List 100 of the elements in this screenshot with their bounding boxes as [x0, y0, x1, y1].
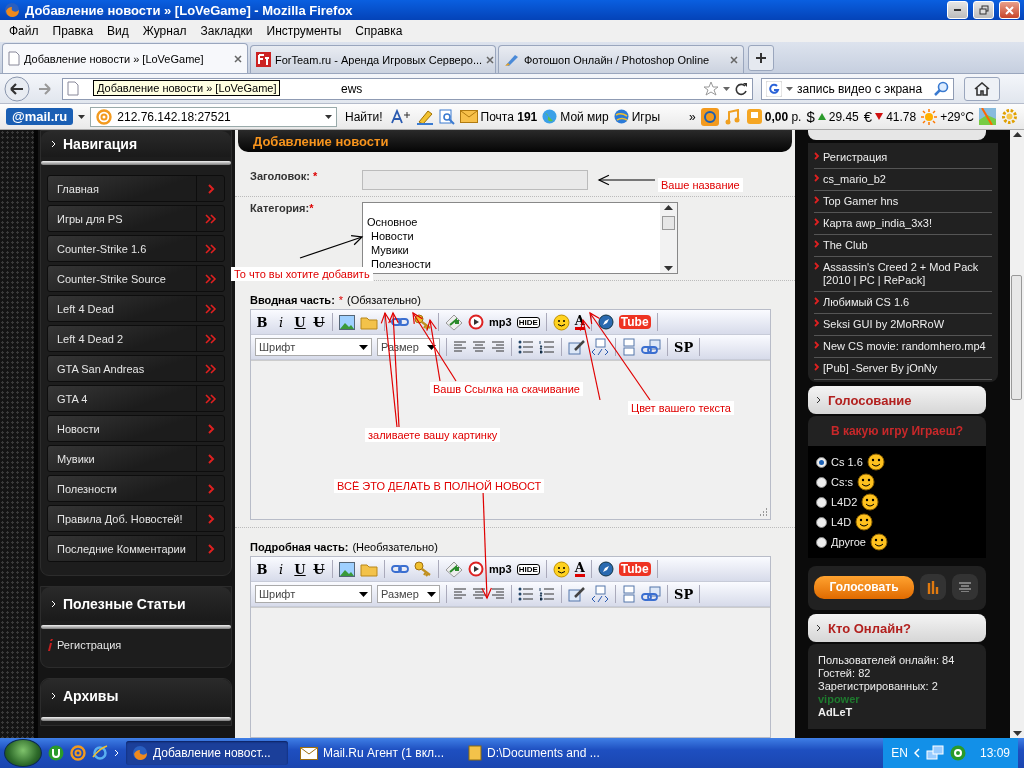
close-tab-icon[interactable]: [730, 55, 738, 64]
nav-menu-item[interactable]: GTA San Andreas: [47, 355, 225, 382]
font-select[interactable]: Шрифт: [255, 585, 372, 603]
scrollbar[interactable]: [660, 203, 677, 273]
radio-button[interactable]: [816, 536, 827, 548]
nav-menu-item[interactable]: Counter-Strike Source: [47, 265, 225, 292]
page-break-icon[interactable]: [622, 585, 636, 603]
resize-grip-icon[interactable]: [759, 508, 768, 517]
nav-menu-item[interactable]: Counter-Strike 1.6: [47, 235, 225, 262]
list-option[interactable]: Мувики: [363, 243, 660, 257]
new-tab-button[interactable]: [748, 45, 774, 71]
taskbar-button[interactable]: Mail.Ru Агент (1 вкл...: [294, 741, 456, 765]
nav-menu-item[interactable]: Последние Комментарии: [47, 535, 225, 562]
browser-tab[interactable]: Фотошоп Онлайн / Photoshop Online: [498, 45, 744, 73]
italic-button[interactable]: i: [274, 314, 288, 330]
nav-menu-item[interactable]: Мувики: [47, 445, 225, 472]
popular-link[interactable]: The Club: [823, 239, 868, 252]
nav-menu-item[interactable]: Главная: [47, 175, 225, 202]
radio-button[interactable]: [816, 496, 827, 508]
strikethrough-button[interactable]: U: [312, 314, 326, 330]
page-break-icon[interactable]: [622, 338, 636, 356]
menu-item[interactable]: Закладки: [193, 24, 260, 38]
home-button[interactable]: [964, 76, 1000, 101]
popular-link[interactable]: Seksi GUI by 2MoRRoW: [823, 318, 945, 331]
search-icon[interactable]: [933, 80, 949, 97]
key-icon[interactable]: [414, 561, 432, 577]
strikethrough-button[interactable]: U: [312, 561, 326, 577]
image-icon[interactable]: [339, 314, 355, 330]
smiley-icon[interactable]: [552, 313, 570, 331]
chevron-icon[interactable]: [114, 749, 120, 757]
dropdown-icon[interactable]: [325, 114, 332, 119]
popular-link[interactable]: Assassin's Creed 2 + Mod Pack [2010 | PC | RePack]: [823, 261, 992, 287]
popular-link[interactable]: Регистрация: [823, 151, 888, 164]
align-center-icon[interactable]: [472, 588, 486, 600]
nav-menu-item[interactable]: Правила Доб. Новостей!: [47, 505, 225, 532]
youtube-button[interactable]: Tube: [618, 562, 651, 576]
align-left-icon[interactable]: [453, 588, 467, 600]
sp-button[interactable]: SP: [674, 586, 694, 602]
restore-button[interactable]: [973, 1, 994, 19]
browser-tab[interactable]: ForTeam.ru - Аренда Игровых Серверо...: [250, 45, 496, 73]
align-center-icon[interactable]: [472, 341, 486, 353]
popular-link[interactable]: Карта awp_india_3x3!: [823, 217, 932, 230]
youtube-button[interactable]: Tube: [618, 315, 651, 329]
radio-button[interactable]: [816, 456, 827, 468]
scroll-up-icon[interactable]: [664, 205, 673, 210]
article-link[interactable]: Регистрация: [57, 639, 122, 651]
games-link[interactable]: Игры: [613, 109, 661, 124]
menu-item[interactable]: Инструменты: [259, 24, 349, 38]
compass-icon[interactable]: [597, 314, 614, 330]
font-size-icon[interactable]: [390, 108, 411, 125]
network-icon[interactable]: [925, 745, 944, 761]
taskbar-button[interactable]: D:\Documents and ...: [462, 741, 624, 765]
browser-icon[interactable]: [92, 745, 108, 761]
underline-button[interactable]: U: [293, 561, 307, 577]
chain-page-icon[interactable]: [641, 339, 661, 355]
scrollbar[interactable]: [1010, 130, 1024, 738]
align-left-icon[interactable]: [453, 341, 467, 353]
smiley-icon[interactable]: [552, 560, 570, 578]
compass-icon[interactable]: [597, 561, 614, 577]
torrent-icon[interactable]: [48, 745, 64, 761]
nav-menu-item[interactable]: Left 4 Dead 2: [47, 325, 225, 352]
star-icon[interactable]: [703, 81, 719, 96]
chevron-icon[interactable]: [913, 748, 920, 758]
numbered-list-icon[interactable]: [539, 587, 555, 601]
nav-menu-item[interactable]: Left 4 Dead: [47, 295, 225, 322]
menu-item[interactable]: Файл: [2, 24, 46, 38]
sp-button[interactable]: SP: [674, 339, 694, 355]
nav-menu-item[interactable]: Полезности: [47, 475, 225, 502]
font-select[interactable]: Шрифт: [255, 338, 372, 356]
page-arrow-icon[interactable]: [445, 313, 463, 331]
text-color-button[interactable]: A: [574, 314, 585, 330]
currency-rate[interactable]: € 41.78: [863, 108, 917, 125]
radio-button[interactable]: [816, 516, 827, 528]
popular-link[interactable]: New CS movie: randomhero.mp4: [823, 340, 986, 353]
nav-menu-item[interactable]: Игры для PS: [47, 205, 225, 232]
page-arrow-icon[interactable]: [445, 560, 463, 578]
mail-search-field[interactable]: 212.76.142.18:27521: [90, 106, 337, 127]
scrollbar-thumb[interactable]: [662, 216, 675, 230]
start-button[interactable]: [4, 739, 42, 767]
browser-tab[interactable]: Добавление новости » [LoVeGame]: [2, 43, 248, 73]
results-button[interactable]: [920, 574, 946, 600]
pencil-page-icon[interactable]: [568, 586, 586, 602]
image-icon[interactable]: [339, 561, 355, 577]
align-right-icon[interactable]: [491, 588, 505, 600]
mail-logo[interactable]: @mail.ru: [6, 108, 74, 125]
title-input[interactable]: [362, 170, 588, 190]
radio-button[interactable]: [816, 476, 827, 488]
minimize-button[interactable]: [947, 1, 968, 19]
popular-link[interactable]: [Pub] -Server By jOnNy: [823, 362, 938, 375]
dropdown-icon[interactable]: [723, 86, 730, 91]
wallet-balance[interactable]: 0,00 р.: [746, 109, 802, 124]
more-button[interactable]: »: [689, 109, 696, 124]
list-option[interactable]: Основное: [363, 215, 660, 229]
code-page-icon[interactable]: [591, 338, 609, 356]
popular-link[interactable]: Top Gamer hns: [823, 195, 899, 208]
reload-icon[interactable]: [734, 81, 748, 96]
play-icon[interactable]: [468, 561, 484, 577]
link-icon[interactable]: [391, 563, 409, 575]
search-field[interactable]: запись видео с экрана: [761, 77, 954, 100]
highlighter-icon[interactable]: [415, 108, 434, 125]
